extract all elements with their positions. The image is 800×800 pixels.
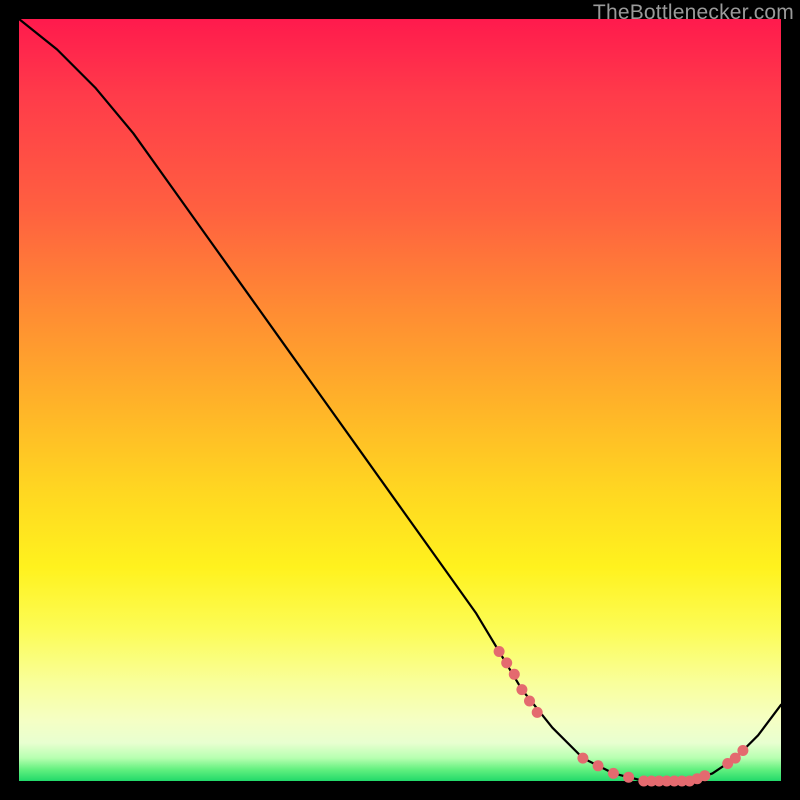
highlight-dots — [494, 646, 749, 787]
highlight-dot — [509, 669, 520, 680]
highlight-dot — [577, 753, 588, 764]
highlight-dot — [699, 770, 710, 781]
highlight-dot — [737, 745, 748, 756]
bottleneck-curve — [19, 19, 781, 781]
highlight-dot — [623, 772, 634, 783]
highlight-dot — [608, 768, 619, 779]
plot-area — [19, 19, 781, 781]
chart-frame: TheBottlenecker.com — [0, 0, 800, 800]
highlight-dot — [501, 657, 512, 668]
curve-layer — [19, 19, 781, 781]
highlight-dot — [516, 684, 527, 695]
highlight-dot — [532, 707, 543, 718]
highlight-dot — [593, 760, 604, 771]
highlight-dot — [494, 646, 505, 657]
highlight-dot — [524, 696, 535, 707]
attribution-text: TheBottlenecker.com — [593, 1, 794, 25]
